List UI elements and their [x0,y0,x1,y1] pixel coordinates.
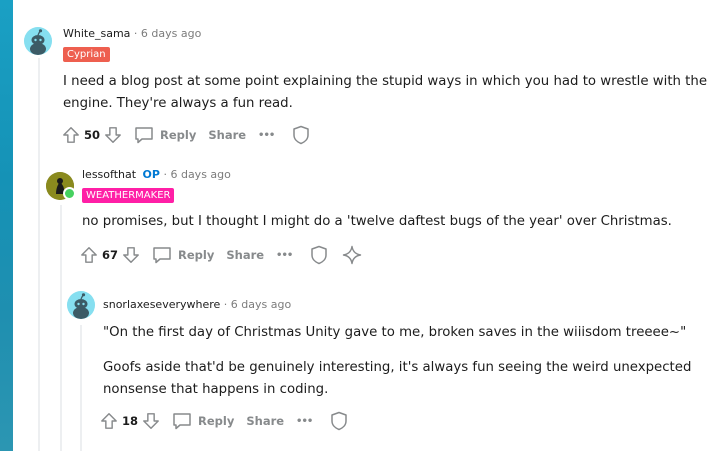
comment-body-paragraph: "On the first day of Christmas Unity gav… [103,325,687,340]
thread-line[interactable] [60,205,62,451]
more-options-icon: ••• [296,415,313,427]
vote-score: 50 [84,128,101,142]
comment-meta: snorlaxeseverywhere · 6 days ago [103,298,291,311]
comment-body: no promises, but I thought I might do a … [82,214,672,229]
thread-line[interactable] [38,58,40,451]
timestamp[interactable]: 6 days ago [141,27,201,40]
thread-line[interactable] [80,325,82,451]
downvote-button[interactable] [104,126,122,144]
comment-bubble-icon [135,127,153,144]
downvote-arrow-icon [105,127,121,143]
comment-actions: 18 Reply Share ••• [100,409,360,433]
avatar[interactable] [67,291,95,319]
more-options-button[interactable]: ••• [258,129,275,141]
timestamp[interactable]: 6 days ago [231,298,291,311]
reply-button[interactable]: Reply [172,412,234,430]
share-button[interactable]: Share [246,414,284,428]
downvote-button[interactable] [122,246,140,264]
username-link[interactable]: lessofthat [82,168,136,181]
shield-icon [331,411,347,431]
more-options-icon: ••• [258,129,275,141]
reply-label: Reply [160,128,197,142]
comment-bubble-icon [153,247,171,264]
share-label: Share [208,128,247,142]
more-options-button[interactable]: ••• [276,249,293,261]
reply-label: Reply [198,414,235,428]
comment-actions: 50 Reply Share ••• [62,123,322,147]
username-link[interactable]: White_sama [63,27,130,40]
snoo-avatar-icon [24,27,52,55]
page-edge-background [0,0,13,451]
vote-score: 67 [102,248,119,262]
separator: · [163,168,167,181]
snoo-avatar-icon [67,291,95,319]
award-button[interactable] [342,245,362,265]
upvote-arrow-icon [63,127,79,143]
avatar[interactable] [24,27,52,55]
save-button[interactable] [292,125,310,145]
downvote-arrow-icon [143,413,159,429]
comment-meta: lessofthat OP · 6 days ago [82,168,231,181]
vote-score: 18 [122,414,139,428]
comment-actions: 67 Reply Share ••• [80,243,374,267]
reply-button[interactable]: Reply [134,126,196,144]
user-flair: WEATHERMAKER [82,188,175,203]
separator: · [133,27,138,40]
share-button[interactable]: Share [226,248,264,262]
upvote-arrow-icon [81,247,97,263]
separator: · [223,298,228,311]
user-flair: Cyprian [63,47,110,62]
shield-icon [311,245,327,265]
shield-icon [293,125,309,145]
upvote-button[interactable] [100,412,118,430]
more-options-icon: ••• [276,249,293,261]
upvote-button[interactable] [62,126,80,144]
username-link[interactable]: snorlaxeseverywhere [103,298,220,311]
timestamp[interactable]: 6 days ago [170,168,230,181]
online-status-icon [63,187,76,200]
downvote-button[interactable] [142,412,160,430]
comment-body-paragraph: Goofs aside that'd be genuinely interest… [103,360,692,397]
upvote-arrow-icon [101,413,117,429]
upvote-button[interactable] [80,246,98,264]
save-button[interactable] [310,245,328,265]
comment-body: I need a blog post at some point explain… [63,74,708,111]
more-options-button[interactable]: ••• [296,415,313,427]
save-button[interactable] [330,411,348,431]
reply-button[interactable]: Reply [152,246,214,264]
share-button[interactable]: Share [208,128,246,142]
sparkle-award-icon [343,245,362,265]
downvote-arrow-icon [123,247,139,263]
comment-bubble-icon [173,413,191,430]
comment-meta: White_sama · 6 days ago [63,27,201,40]
reply-label: Reply [178,248,215,262]
op-badge: OP [142,168,160,181]
share-label: Share [226,248,265,262]
share-label: Share [246,414,285,428]
